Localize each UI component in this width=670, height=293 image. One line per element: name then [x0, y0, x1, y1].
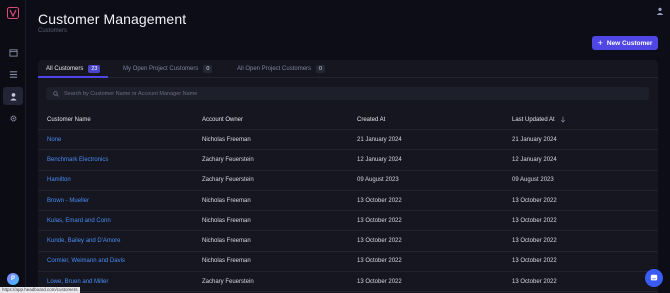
created-at-cell: 13 October 2022 — [357, 278, 402, 285]
created-at-cell: 13 October 2022 — [357, 197, 402, 204]
table-row[interactable]: Cormier, Weimann and Davis Nicholas Freem… — [38, 252, 658, 273]
main-content: Customer Management Customers + New Cust… — [26, 0, 670, 293]
table-header: Customer Name Account Owner Created At L… — [38, 110, 658, 130]
sort-descending-icon[interactable] — [560, 116, 566, 123]
column-header-account-owner[interactable]: Account Owner — [202, 117, 243, 123]
table-row[interactable]: Kulas, Emard and Conn Nicholas Freeman 13 … — [38, 211, 658, 232]
sidebar-item-calendar[interactable] — [3, 43, 23, 61]
created-at-cell: 13 October 2022 — [357, 238, 402, 245]
calendar-icon — [8, 48, 18, 57]
tab-label: All Customers — [46, 66, 84, 72]
sidebar-item-settings[interactable] — [3, 109, 23, 127]
created-at-cell: 09 August 2023 — [357, 177, 399, 184]
account-owner-cell: Zachary Feuerstein — [202, 278, 254, 285]
account-owner-cell: Zachary Feuerstein — [202, 156, 254, 163]
new-customer-button[interactable]: + New Customer — [592, 36, 658, 50]
tab-all-customers[interactable]: All Customers 23 — [46, 64, 101, 74]
last-updated-at-cell: 13 October 2022 — [512, 238, 557, 245]
customer-name-link[interactable]: Benchmark Electronics — [47, 157, 108, 163]
table-row[interactable]: Brown - Mueller Nicholas Freeman 13 Octobe… — [38, 191, 658, 212]
table-row[interactable]: Lowe, Bruen and Miller Zachary Feuerstein… — [38, 272, 658, 293]
column-header-last-updated-at[interactable]: Last Updated At — [512, 116, 566, 123]
plus-icon: + — [597, 37, 603, 48]
customer-name-link[interactable]: Brown - Mueller — [47, 198, 89, 204]
status-bar-url: https://app.headboard.com/customers — [0, 287, 80, 293]
chat-launcher-button[interactable] — [645, 269, 663, 287]
table-row[interactable]: Benchmark Electronics Zachary Feuerstein 1… — [38, 150, 658, 171]
account-owner-cell: Nicholas Freeman — [202, 238, 251, 245]
column-label: Account Owner — [202, 116, 244, 123]
account-owner-cell: Zachary Feuerstein — [202, 177, 254, 184]
tab-count-badge: 23 — [88, 65, 101, 73]
created-at-cell: 13 October 2022 — [357, 217, 402, 224]
table-body: None Nicholas Freeman 21 January 2024 21 Ja… — [38, 130, 658, 293]
customers-table: Customer Name Account Owner Created At L… — [38, 110, 658, 293]
sidebar: P — [0, 0, 26, 293]
sidebar-item-list[interactable] — [3, 65, 23, 83]
search-icon — [53, 90, 59, 97]
last-updated-at-cell: 13 October 2022 — [512, 278, 557, 285]
list-icon — [9, 70, 17, 78]
account-owner-cell: Nicholas Freeman — [202, 136, 251, 143]
customer-name-link[interactable]: Kulas, Emard and Conn — [47, 218, 111, 224]
customers-panel: All Customers 23 My Open Project Custome… — [38, 60, 658, 293]
user-icon[interactable] — [656, 7, 664, 15]
table-row[interactable]: None Nicholas Freeman 21 January 2024 21 Ja… — [38, 130, 658, 151]
search-bar — [46, 87, 649, 100]
tab-all-open-project-customers[interactable]: All Open Project Customers 0 — [237, 64, 326, 74]
avatar-initial: P — [10, 276, 15, 282]
account-owner-cell: Nicholas Freeman — [202, 217, 251, 224]
column-label: Created At — [357, 116, 386, 123]
account-owner-cell: Nicholas Freeman — [202, 197, 251, 204]
table-row[interactable]: Hamilton Zachary Feuerstein 09 August 2023… — [38, 171, 658, 191]
created-at-cell: 21 January 2024 — [357, 136, 402, 143]
customer-name-link[interactable]: Kunde, Bailey and D'Amore — [47, 238, 121, 244]
last-updated-at-cell: 12 January 2024 — [512, 156, 557, 163]
tab-bar: All Customers 23 My Open Project Custome… — [38, 60, 658, 78]
avatar[interactable]: P — [7, 273, 19, 285]
customer-name-link[interactable]: Hamilton — [47, 177, 71, 183]
app-logo-icon[interactable] — [7, 7, 19, 19]
chat-icon — [650, 274, 658, 281]
active-tab-indicator — [38, 76, 108, 78]
page-title: Customer Management — [38, 11, 187, 27]
person-icon — [9, 92, 17, 101]
search-input[interactable] — [64, 90, 624, 97]
table-row[interactable]: Kunde, Bailey and D'Amore Nicholas Freema… — [38, 231, 658, 252]
column-header-customer-name[interactable]: Customer Name — [47, 117, 91, 123]
tab-label: My Open Project Customers — [123, 66, 199, 72]
column-header-created-at[interactable]: Created At — [357, 117, 385, 123]
account-owner-cell: Nicholas Freeman — [202, 258, 251, 265]
column-label: Customer Name — [47, 116, 91, 123]
tab-my-open-project-customers[interactable]: My Open Project Customers 0 — [123, 64, 213, 74]
customer-name-link[interactable]: None — [47, 137, 61, 143]
last-updated-at-cell: 21 January 2024 — [512, 136, 557, 143]
breadcrumb[interactable]: Customers — [38, 28, 67, 34]
column-label: Last Updated At — [512, 116, 555, 123]
customer-name-link[interactable]: Lowe, Bruen and Miller — [47, 279, 108, 285]
gear-icon — [10, 115, 16, 121]
created-at-cell: 13 October 2022 — [357, 258, 402, 265]
last-updated-at-cell: 13 October 2022 — [512, 217, 557, 224]
last-updated-at-cell: 13 October 2022 — [512, 258, 557, 265]
created-at-cell: 12 January 2024 — [357, 156, 402, 163]
tab-count-badge: 0 — [203, 65, 213, 73]
tab-count-badge: 0 — [316, 65, 326, 73]
tab-label: All Open Project Customers — [237, 66, 312, 72]
last-updated-at-cell: 13 October 2022 — [512, 197, 557, 204]
new-customer-label: New Customer — [606, 39, 653, 47]
customer-name-link[interactable]: Cormier, Weimann and Davis — [47, 258, 125, 264]
sidebar-item-customers[interactable] — [3, 87, 23, 105]
last-updated-at-cell: 09 August 2023 — [512, 177, 554, 184]
